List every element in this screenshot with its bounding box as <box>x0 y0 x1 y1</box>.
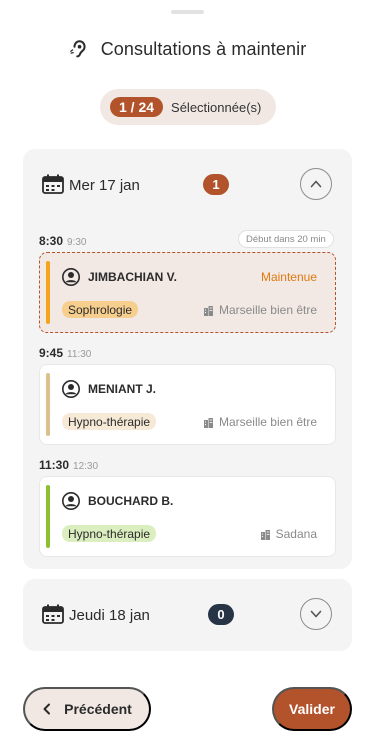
previous-label: Précédent <box>64 701 132 717</box>
slot-time: 8:30 9:30 <box>39 234 87 248</box>
place: Marseille bien être <box>203 303 317 317</box>
therapy-tag: Hypno-thérapie <box>62 413 157 430</box>
place-name: Marseille bien être <box>218 303 317 317</box>
consultation-card[interactable]: JIMBACHIAN V. Maintenue Sophrologie Mars… <box>39 252 336 333</box>
day-header[interactable]: Jeudi 18 jan 0 <box>23 579 352 651</box>
page-title: Consultations à maintenir <box>100 38 307 59</box>
consultation-card[interactable]: BOUCHARD B. Hypno-thérapie Sadana <box>39 476 336 557</box>
slot-end: 9:30 <box>67 237 87 248</box>
therapy-tag: Hypno-thérapie <box>62 525 157 542</box>
slot-time: 11:30 12:30 <box>39 458 98 472</box>
patient-name: MENIANT J. <box>88 382 157 396</box>
slot-end: 12:30 <box>73 461 99 472</box>
day-count-badge: 1 <box>203 174 229 195</box>
selection-summary: 1 / 24 Sélectionnée(s) <box>100 89 276 125</box>
calendar-icon <box>42 604 64 624</box>
sheet-header: Consultations à maintenir <box>0 36 375 62</box>
day-count-badge: 0 <box>208 604 234 625</box>
patient: JIMBACHIAN V. <box>62 268 177 286</box>
building-icon <box>203 305 213 316</box>
day-header[interactable]: Mer 17 jan 1 <box>23 149 352 221</box>
patient: MENIANT J. <box>62 380 156 398</box>
slot-start: 11:30 <box>39 458 70 472</box>
selection-label: Sélectionnée(s) <box>171 99 262 115</box>
patient: BOUCHARD B. <box>62 492 173 510</box>
previous-button[interactable]: Précédent <box>23 687 151 731</box>
slot-start: 8:30 <box>39 234 64 248</box>
slot-start: 9:45 <box>39 346 64 360</box>
user-icon <box>62 492 80 510</box>
card-color-bar <box>46 485 50 548</box>
place: Marseille bien être <box>203 415 317 429</box>
place-name: Sadana <box>275 527 317 541</box>
collapse-day-button[interactable] <box>300 168 332 200</box>
consultation-card[interactable]: MENIANT J. Hypno-thérapie Marseille bien… <box>39 364 336 445</box>
patient-name: BOUCHARD B. <box>88 494 174 508</box>
expand-day-button[interactable] <box>300 598 332 630</box>
place: Sadana <box>260 527 317 541</box>
day-label: Jeudi 18 jan <box>69 607 150 624</box>
card-color-bar <box>46 261 50 324</box>
calendar-icon <box>42 174 64 194</box>
user-icon <box>62 380 80 398</box>
place-name: Marseille bien être <box>218 415 317 429</box>
day-section-thu-18: Jeudi 18 jan 0 <box>23 579 352 651</box>
ear-icon <box>69 38 91 60</box>
chevron-down-icon <box>310 610 322 618</box>
sheet-drag-handle[interactable] <box>171 10 204 14</box>
validate-button[interactable]: Valider <box>272 687 352 731</box>
day-section-wed-17: Mer 17 jan 1 8:30 9:30 Début dans 20 min … <box>23 149 352 569</box>
bottom-sheet: Consultations à maintenir 1 / 24 Sélecti… <box>0 0 375 747</box>
therapy-tag: Sophrologie <box>62 301 139 318</box>
chevron-up-icon <box>310 180 322 188</box>
user-icon <box>62 268 80 286</box>
slot-time: 9:45 11:30 <box>39 346 91 360</box>
card-color-bar <box>46 373 50 436</box>
day-label: Mer 17 jan <box>69 177 140 194</box>
patient-name: JIMBACHIAN V. <box>88 270 177 284</box>
chevron-left-icon <box>43 703 51 715</box>
start-hint-chip: Début dans 20 min <box>238 230 334 248</box>
status-label: Maintenue <box>260 270 317 284</box>
selection-count-badge: 1 / 24 <box>110 97 164 117</box>
slot-end: 11:30 <box>67 349 92 360</box>
building-icon <box>260 529 270 540</box>
building-icon <box>203 417 213 428</box>
